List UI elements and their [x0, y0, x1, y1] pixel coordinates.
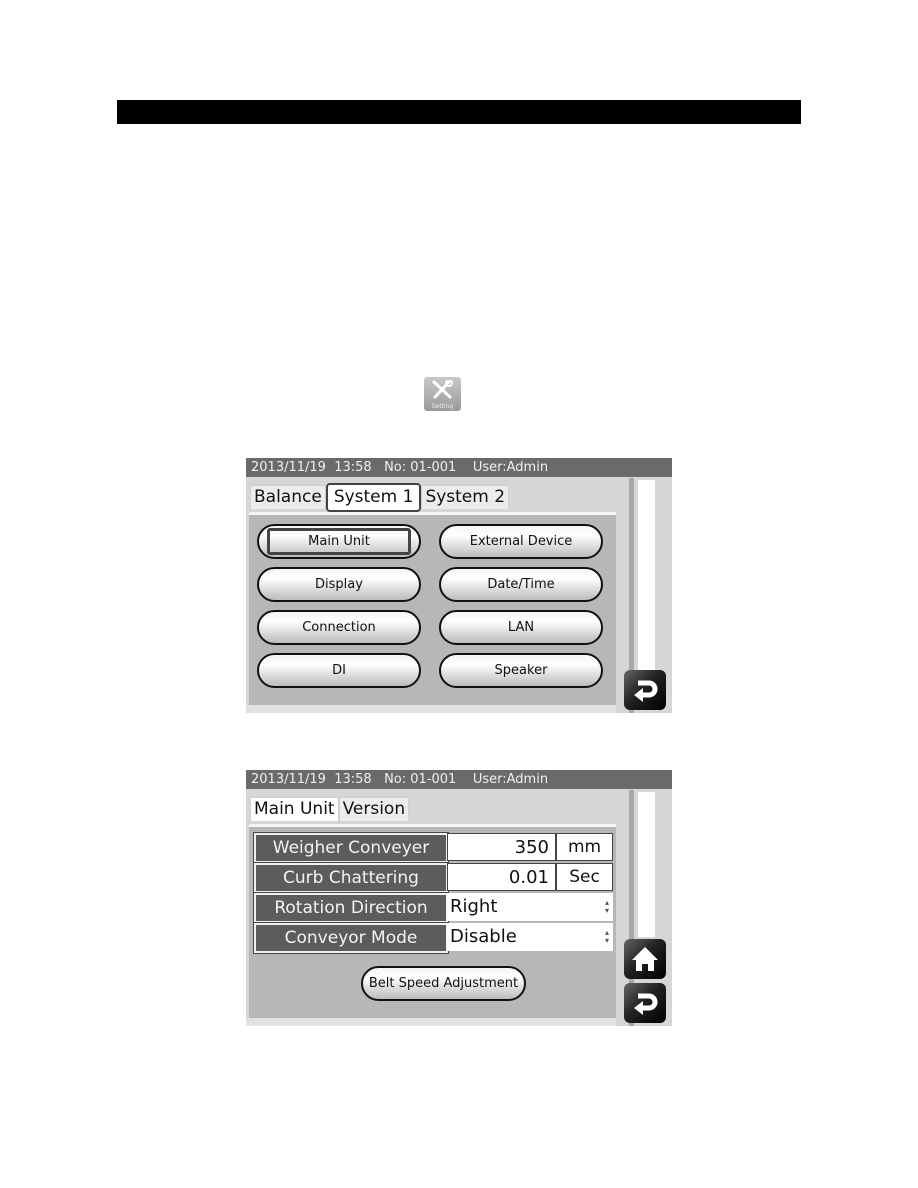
section-heading-bar [117, 100, 801, 124]
date-time-button[interactable]: Date/Time [439, 567, 603, 602]
tab-main-unit[interactable]: Main Unit [250, 797, 339, 821]
status-user: User:Admin [472, 772, 549, 787]
main-unit-settings-screen: 2013/11/19 13:58 No: 01-001 User:Admin M… [246, 770, 672, 1026]
status-bar: 2013/11/19 13:58 No: 01-001 User:Admin [246, 770, 672, 789]
rotation-direction-select[interactable]: Right ▴ ▾ [447, 893, 613, 921]
belt-speed-adjustment-button[interactable]: Belt Speed Adjustment [361, 966, 526, 1001]
tab-system-1[interactable]: System 1 [325, 483, 422, 512]
curb-chattering-label: Curb Chattering [253, 862, 449, 894]
weigher-conveyer-input[interactable]: 350 [447, 833, 556, 861]
back-button[interactable] [624, 670, 666, 710]
scroll-thumb[interactable] [638, 480, 655, 670]
back-button[interactable] [624, 983, 666, 1023]
conveyor-mode-select[interactable]: Disable ▴ ▾ [447, 923, 613, 951]
status-bar: 2013/11/19 13:58 No: 01-001 User:Admin [246, 458, 672, 477]
rotation-direction-label: Rotation Direction [253, 892, 449, 924]
system-settings-screen: 2013/11/19 13:58 No: 01-001 User:Admin B… [246, 458, 672, 713]
conveyor-mode-label: Conveyor Mode [253, 922, 449, 954]
bottom-strip [246, 705, 616, 713]
status-datetime: 2013/11/19 13:58 [251, 772, 372, 787]
curb-chattering-unit: Sec [556, 863, 613, 891]
tab-bar: Main Unit Version [250, 797, 410, 821]
external-device-button[interactable]: External Device [439, 524, 603, 559]
status-datetime: 2013/11/19 13:58 [251, 460, 372, 475]
status-number: No: 01-001 [384, 772, 457, 787]
rotation-direction-value: Right [450, 896, 498, 917]
main-unit-button[interactable]: Main Unit [257, 524, 421, 559]
settings-panel: Weigher Conveyer 350 mm Curb Chattering … [249, 824, 616, 1020]
scroll-thumb[interactable] [638, 792, 655, 937]
curb-chattering-input[interactable]: 0.01 [447, 863, 556, 891]
select-arrows-icon: ▴ ▾ [604, 898, 609, 915]
setting-icon-label: Setting [431, 403, 454, 410]
weigher-conveyer-unit: mm [556, 833, 613, 861]
button-panel: Main Unit External Device Display Date/T… [249, 512, 616, 705]
setting-icon: Setting [424, 377, 461, 411]
bottom-strip [246, 1018, 616, 1026]
status-user: User:Admin [472, 460, 549, 475]
select-arrows-icon: ▴ ▾ [604, 928, 609, 945]
home-button[interactable] [624, 939, 666, 979]
weigher-conveyer-label: Weigher Conveyer [253, 832, 449, 864]
return-arrow-icon [634, 993, 658, 1015]
tab-bar: Balance System 1 System 2 [250, 483, 510, 512]
di-button[interactable]: DI [257, 653, 421, 688]
wrench-screwdriver-icon [432, 380, 453, 399]
return-arrow-icon [634, 680, 658, 702]
speaker-button[interactable]: Speaker [439, 653, 603, 688]
lan-button[interactable]: LAN [439, 610, 603, 645]
connection-button[interactable]: Connection [257, 610, 421, 645]
conveyor-mode-value: Disable [450, 926, 517, 947]
tab-version[interactable]: Version [338, 797, 410, 821]
home-icon [632, 947, 658, 971]
display-button[interactable]: Display [257, 567, 421, 602]
status-number: No: 01-001 [384, 460, 457, 475]
tab-balance[interactable]: Balance [250, 485, 326, 509]
tab-system-2[interactable]: System 2 [421, 485, 510, 509]
